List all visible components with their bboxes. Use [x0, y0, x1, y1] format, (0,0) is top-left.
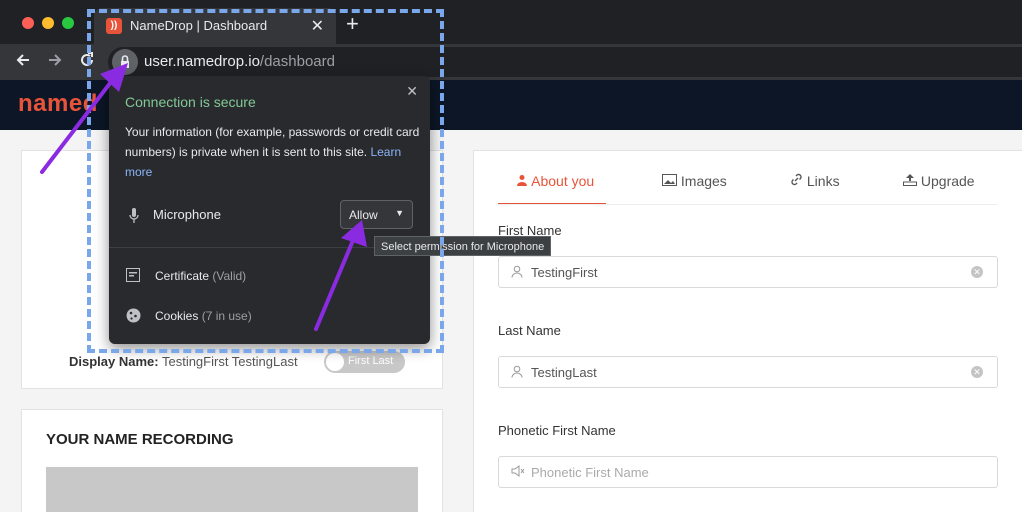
tab-label: Links [806, 173, 840, 189]
minimize-window-button[interactable] [42, 17, 54, 29]
tab-label: Upgrade [920, 173, 975, 189]
upgrade-icon [903, 174, 917, 186]
phonetic-first-name-placeholder: Phonetic First Name [531, 465, 649, 480]
first-name-value: TestingFirst [531, 265, 598, 280]
toggle-label: First Last [348, 355, 394, 367]
profile-tabs: About you Images Links Upgrade [498, 173, 978, 205]
display-name-toggle[interactable]: First Last [324, 351, 405, 373]
user-icon [517, 175, 527, 186]
forward-arrow-icon[interactable] [46, 51, 64, 73]
tab-about-you[interactable]: About you [516, 173, 594, 203]
tab-upgrade[interactable]: Upgrade [903, 173, 975, 203]
phonetic-first-name-label: Phonetic First Name [498, 423, 616, 438]
link-icon [791, 173, 802, 186]
tab-label: About you [531, 173, 595, 189]
recording-title: YOUR NAME RECORDING [46, 431, 234, 448]
tab-links[interactable]: Links [790, 173, 840, 203]
display-name-label: Display Name: [69, 354, 159, 369]
display-name-value: TestingFirst TestingLast [158, 354, 298, 369]
display-name: Display Name: TestingFirst TestingLast [69, 354, 298, 369]
toggle-knob [326, 353, 344, 371]
speaker-icon [511, 465, 525, 477]
last-name-value: TestingLast [531, 365, 597, 380]
user-icon [511, 265, 523, 278]
first-name-input[interactable]: TestingFirst ✕ [498, 256, 998, 288]
tab-label: Images [680, 173, 727, 189]
last-name-label: Last Name [498, 323, 561, 338]
close-window-button[interactable] [22, 17, 34, 29]
profile-form-card: About you Images Links Upgrade First Nam… [473, 150, 1022, 512]
clear-icon[interactable]: ✕ [971, 266, 983, 278]
annotation-dashed-box [87, 9, 444, 353]
last-name-input[interactable]: TestingLast ✕ [498, 356, 998, 388]
phonetic-first-name-input[interactable]: Phonetic First Name [498, 456, 998, 488]
tab-images[interactable]: Images [662, 173, 727, 203]
zoom-window-button[interactable] [62, 17, 74, 29]
namedrop-logo[interactable]: named [18, 90, 98, 118]
image-icon [662, 174, 677, 186]
recording-placeholder [46, 467, 418, 512]
screenshot-root: )) NameDrop | Dashboard ✕ + user.namedro… [0, 0, 1022, 512]
back-arrow-icon[interactable] [14, 51, 32, 73]
user-icon [511, 365, 523, 378]
tabs-divider [498, 204, 998, 205]
name-recording-card: YOUR NAME RECORDING [21, 409, 443, 512]
clear-icon[interactable]: ✕ [971, 366, 983, 378]
